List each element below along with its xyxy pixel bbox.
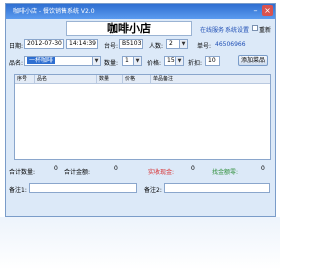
order-grid[interactable]: 序号 品名 数量 价格 单品备注 xyxy=(14,74,271,160)
qty-dropdown-icon[interactable]: ▼ xyxy=(133,57,141,65)
settings-link[interactable]: 系统设置 xyxy=(225,25,249,34)
change-label: 找金额零: xyxy=(212,169,239,176)
people-field[interactable]: 2 ▼ xyxy=(166,39,188,49)
qty-field[interactable]: 1 ▼ xyxy=(122,56,142,66)
reflection xyxy=(0,217,280,270)
item-label: 品名: xyxy=(9,60,24,67)
people-dropdown-icon[interactable]: ▼ xyxy=(179,40,187,48)
note1-field[interactable] xyxy=(29,183,137,193)
note1-label: 备注1: xyxy=(9,187,27,194)
shop-name: 咖啡小店 xyxy=(66,21,192,36)
price-dropdown-icon[interactable]: ▼ xyxy=(175,57,183,65)
people-label: 人数: xyxy=(149,43,164,50)
title-bar[interactable]: 咖啡小店 - 餐饮销售系统 V2.0 – × xyxy=(6,4,275,19)
col-item[interactable]: 品名 xyxy=(35,75,97,83)
price-value: 15 xyxy=(167,57,175,64)
time-field[interactable]: 14:14:39 xyxy=(66,39,98,49)
add-item-button[interactable]: 添加菜品 xyxy=(238,55,268,66)
total-qty-label: 合计数量: xyxy=(9,169,36,176)
qty-value: 1 xyxy=(125,57,129,64)
minimize-icon[interactable]: – xyxy=(250,5,261,16)
order-label: 单号: xyxy=(197,43,212,50)
note2-field[interactable] xyxy=(164,183,270,193)
col-qty[interactable]: 数量 xyxy=(97,75,123,83)
reset-label: 重新 xyxy=(259,27,272,34)
table-label: 台号: xyxy=(104,43,119,50)
actual-cash-value: 0 xyxy=(191,165,195,172)
discount-field[interactable]: 10 xyxy=(205,56,220,66)
date-label: 日期: xyxy=(9,43,24,50)
total-amount-label: 合计金额: xyxy=(64,169,91,176)
window-title: 咖啡小店 - 餐饮销售系统 V2.0 xyxy=(13,8,95,15)
actual-cash-label: 实收现金: xyxy=(148,169,175,176)
col-note[interactable]: 单品备注 xyxy=(151,75,272,83)
people-value: 2 xyxy=(169,40,173,47)
change-value: 0 xyxy=(261,165,265,172)
date-field[interactable]: 2012-07-30 xyxy=(24,39,64,49)
main-window: 咖啡小店 - 餐饮销售系统 V2.0 – × 咖啡小店 在线服务 系统设置 重新… xyxy=(5,3,276,217)
col-price[interactable]: 价格 xyxy=(123,75,151,83)
qty-label: 数量: xyxy=(104,60,119,67)
online-service-link[interactable]: 在线服务 xyxy=(200,25,224,34)
order-value: 46506966 xyxy=(215,41,246,48)
note2-label: 备注2: xyxy=(144,187,162,194)
discount-label: 折扣: xyxy=(188,60,203,67)
price-label: 价格: xyxy=(147,60,162,67)
grid-header: 序号 品名 数量 价格 单品备注 xyxy=(15,75,270,84)
item-field[interactable]: 一杯咖啡 ▼ xyxy=(24,56,101,66)
table-field[interactable]: B5103 xyxy=(119,39,143,49)
price-field[interactable]: 15 ▼ xyxy=(164,56,184,66)
reset-checkbox[interactable] xyxy=(252,25,258,31)
total-qty-value: 0 xyxy=(54,165,58,172)
total-amount-value: 0 xyxy=(114,165,118,172)
col-index[interactable]: 序号 xyxy=(15,75,35,83)
item-dropdown-icon[interactable]: ▼ xyxy=(92,57,100,65)
item-value: 一杯咖啡 xyxy=(27,57,56,64)
close-icon[interactable]: × xyxy=(262,5,273,16)
